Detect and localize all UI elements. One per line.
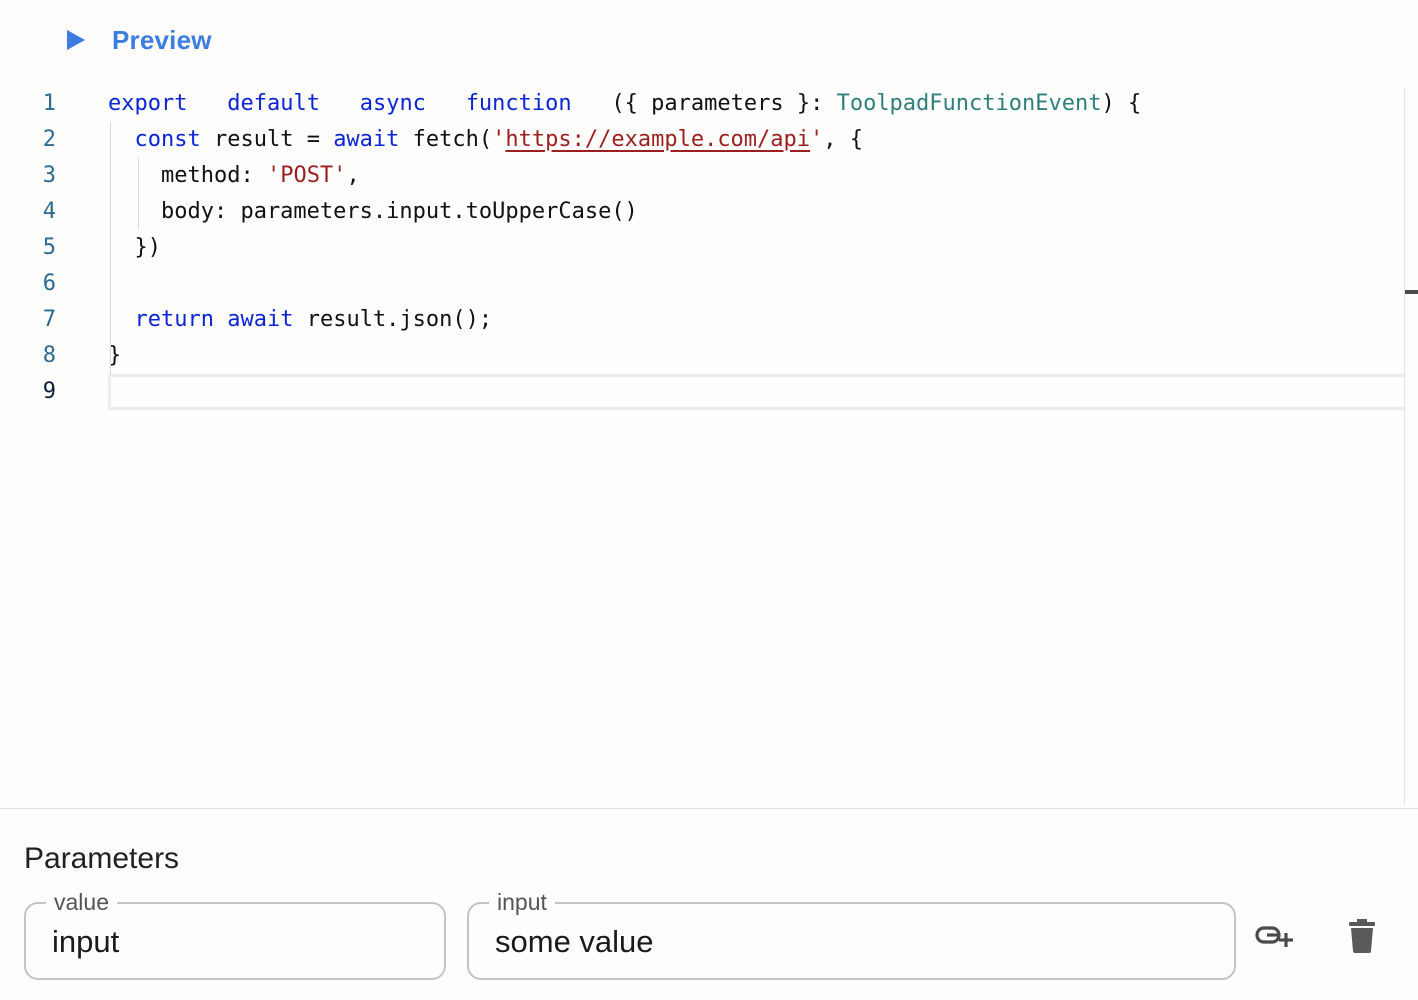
add-link-icon xyxy=(1254,921,1294,956)
code-line[interactable]: export default async function ({ paramet… xyxy=(108,86,1404,122)
code-token: ' xyxy=(492,127,506,152)
line-number-gutter: 1 2 3 4 5 6 7 8 9 xyxy=(0,86,80,410)
code-token: 'POST' xyxy=(266,163,347,188)
code-line[interactable]: return await result.json(); xyxy=(108,302,1404,338)
code-token: ToolpadFunctionEvent xyxy=(836,91,1102,116)
indent-guide xyxy=(110,122,111,374)
code-area[interactable]: export default async function ({ paramet… xyxy=(108,86,1404,410)
code-token: https://example.com/api xyxy=(505,127,811,152)
editor-scrollbar[interactable] xyxy=(1404,88,1418,806)
code-line[interactable]: }) xyxy=(108,230,1404,266)
code-token: async xyxy=(359,91,426,116)
parameter-value-input[interactable]: some value xyxy=(495,924,654,960)
parameter-name-label: value xyxy=(46,888,117,916)
code-line[interactable]: } xyxy=(108,338,1404,374)
line-number: 2 xyxy=(42,127,56,152)
line-number: 3 xyxy=(42,163,56,188)
code-token: method: xyxy=(108,163,267,188)
line-number: 1 xyxy=(42,91,56,116)
code-token: default xyxy=(227,91,320,116)
code-token: function xyxy=(465,91,572,116)
code-editor[interactable]: 1 2 3 4 5 6 7 8 9 export default async function … xyxy=(0,86,1404,808)
code-token: await xyxy=(227,307,294,332)
play-icon xyxy=(64,25,94,55)
line-number: 6 xyxy=(42,271,56,296)
code-token: const xyxy=(134,127,201,152)
line-number: 7 xyxy=(42,307,56,332)
code-token: result.json(); xyxy=(293,307,493,332)
preview-button[interactable]: Preview xyxy=(64,20,212,60)
line-number: 9 xyxy=(42,379,56,404)
parameter-value-label: input xyxy=(489,888,555,916)
parameters-heading: Parameters xyxy=(24,842,180,875)
parameter-name-value[interactable]: input xyxy=(52,924,119,960)
code-token: ({ parameters }: xyxy=(611,91,837,116)
line-number: 8 xyxy=(42,343,56,368)
code-token: result = xyxy=(200,127,334,152)
code-token: ' xyxy=(810,127,824,152)
bind-parameter-button[interactable] xyxy=(1252,916,1296,960)
trash-icon xyxy=(1348,918,1376,958)
code-token: body: parameters.input.toUpperCase() xyxy=(108,199,638,224)
code-token: }) xyxy=(108,235,161,260)
preview-label: Preview xyxy=(112,24,212,55)
code-line[interactable] xyxy=(108,266,1404,302)
panel-divider xyxy=(0,808,1418,809)
indent-guide xyxy=(138,158,139,230)
parameter-name-field[interactable]: value input xyxy=(24,888,446,980)
delete-parameter-button[interactable] xyxy=(1340,916,1384,960)
code-token: await xyxy=(333,127,400,152)
code-line[interactable]: body: parameters.input.toUpperCase() xyxy=(108,194,1404,230)
code-token: ) { xyxy=(1101,91,1142,116)
code-token: export xyxy=(108,91,188,116)
code-line[interactable]: method: 'POST', xyxy=(108,158,1404,194)
line-number: 4 xyxy=(42,199,56,224)
code-token: , xyxy=(346,163,360,188)
code-token: return xyxy=(134,307,214,332)
scrollbar-cursor-marker xyxy=(1405,290,1418,294)
code-token: fetch( xyxy=(399,127,493,152)
code-token: , { xyxy=(823,127,864,152)
code-line[interactable]: const result = await fetch('https://exam… xyxy=(108,122,1404,158)
code-line[interactable] xyxy=(108,374,1404,410)
line-number: 5 xyxy=(42,235,56,260)
function-editor-page: Preview 1 2 3 4 5 6 7 8 9 export default async f… xyxy=(0,0,1418,1000)
parameter-value-field[interactable]: input some value xyxy=(467,888,1236,980)
